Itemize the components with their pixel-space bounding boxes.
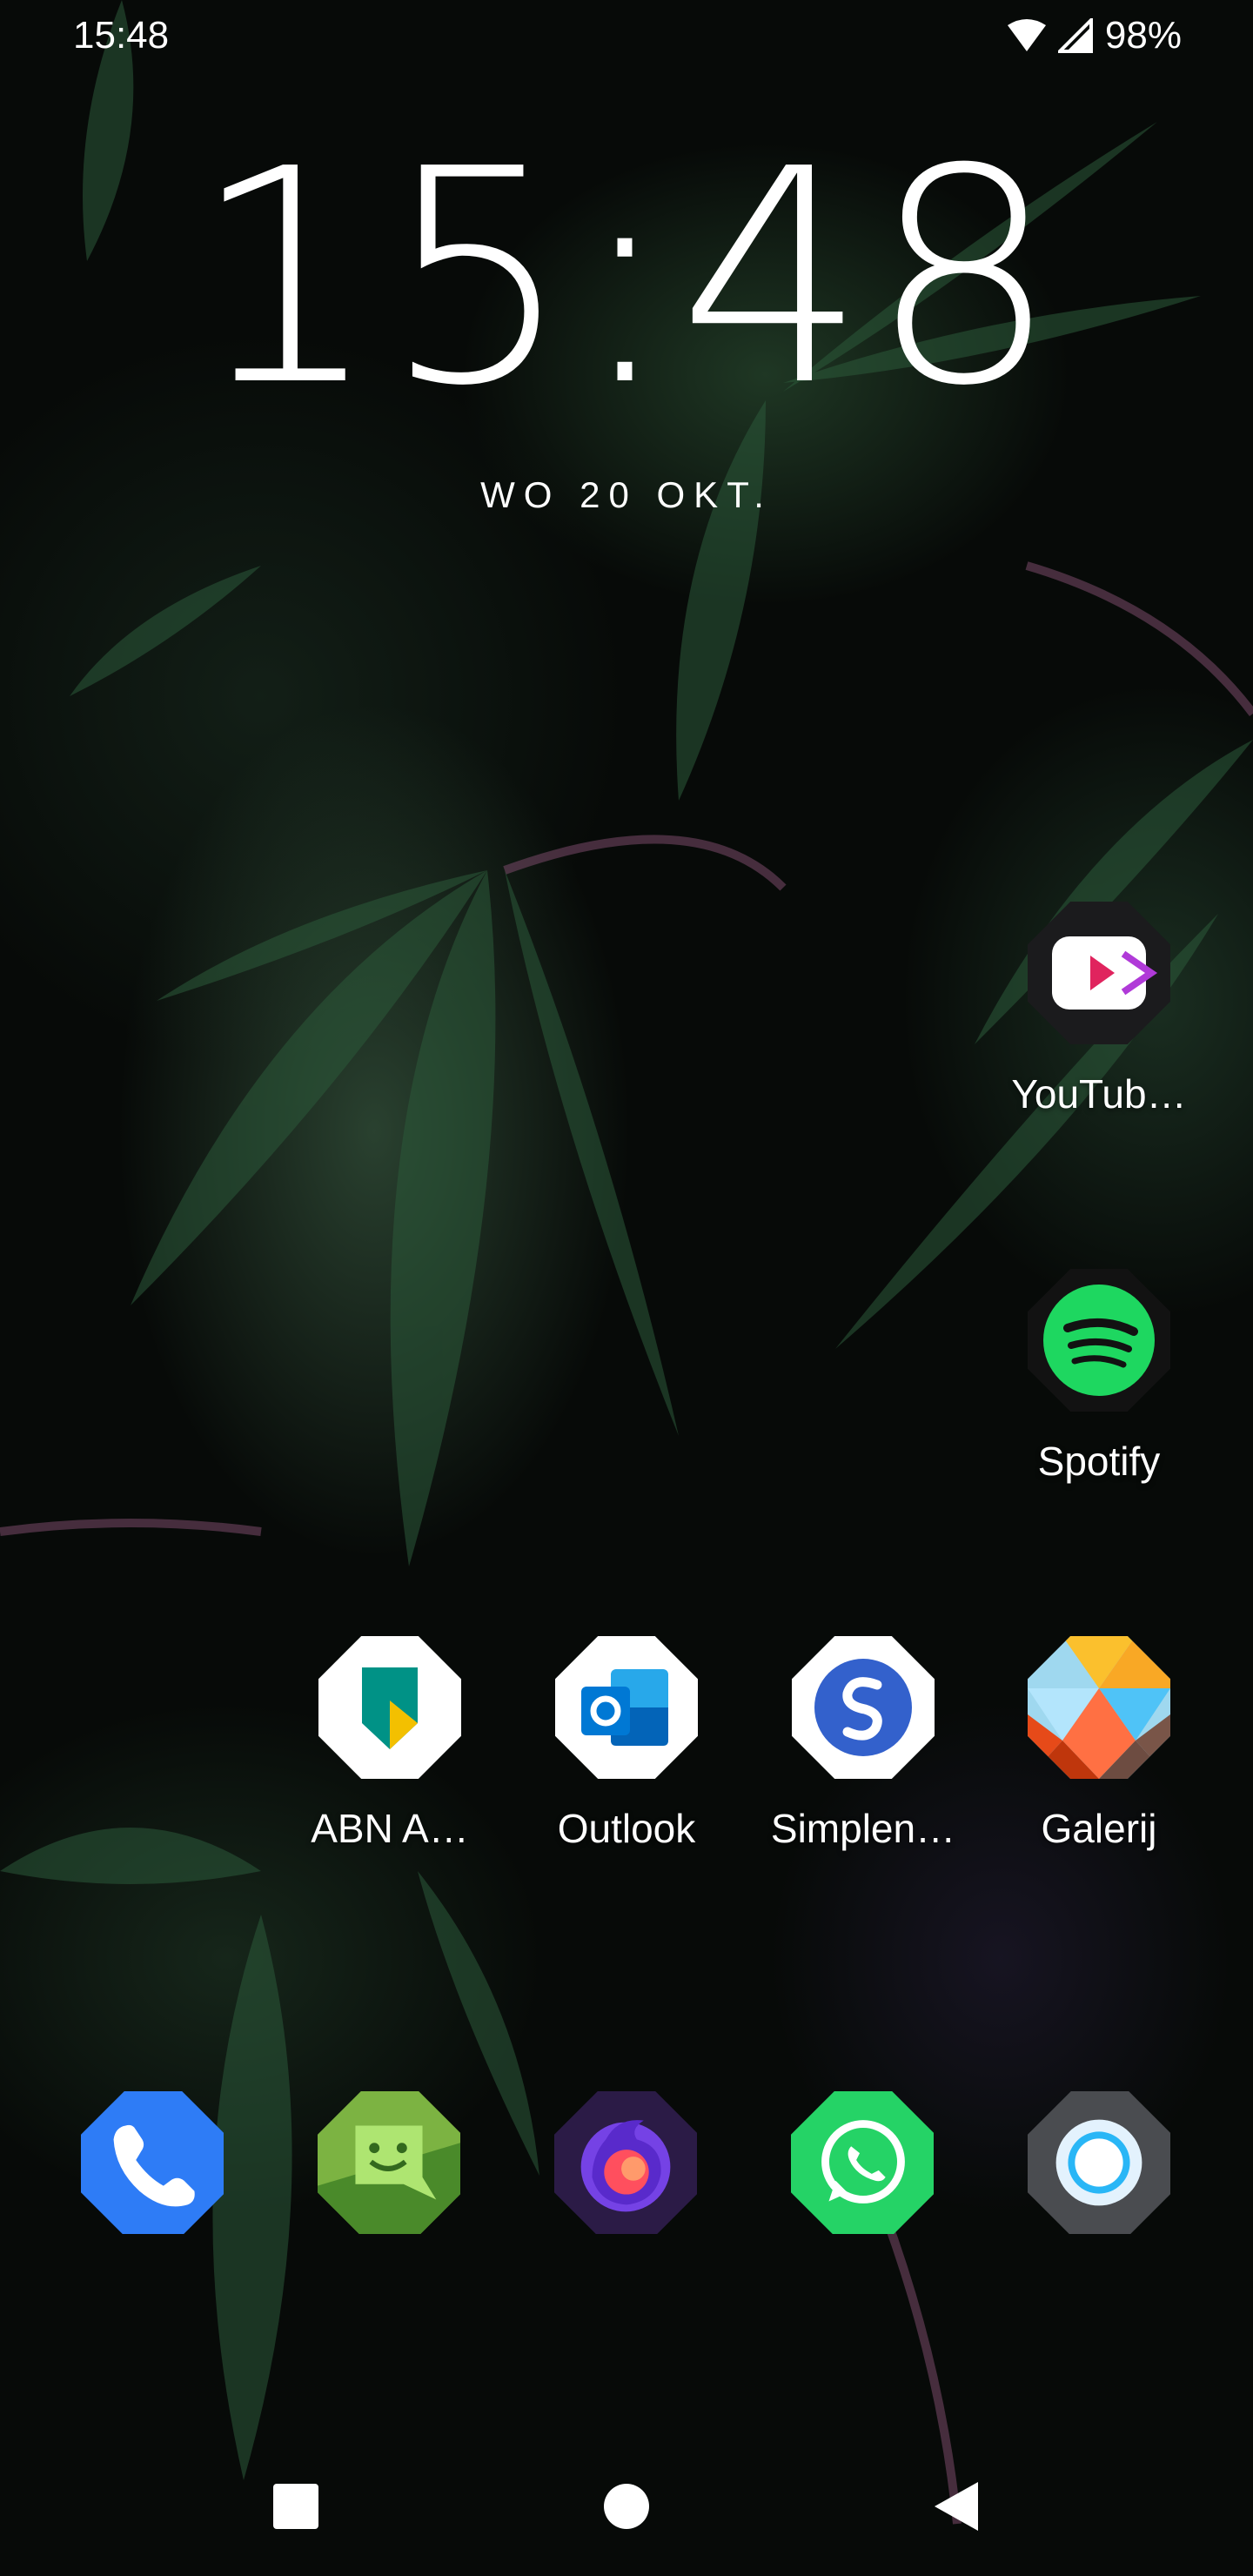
wifi-icon (1007, 19, 1046, 51)
dock-camera[interactable] (982, 2091, 1217, 2236)
app-label: YouTub… (1011, 1071, 1187, 1117)
app-label: Galerij (1041, 1806, 1157, 1851)
gallery-icon (1028, 1636, 1170, 1779)
status-time: 15:48 (73, 14, 170, 57)
app-simplenote[interactable]: Simplen… (746, 1636, 981, 1852)
youtube-vanced-icon (1028, 902, 1170, 1044)
dock-whatsapp[interactable] (746, 2091, 981, 2236)
app-label: Simplen… (770, 1806, 956, 1851)
home-button[interactable] (599, 2479, 654, 2534)
abn-amro-icon (318, 1636, 461, 1779)
battery-percent: 98% (1104, 14, 1182, 57)
app-youtube-vanced[interactable]: YouTub… (982, 902, 1216, 1117)
firefox-focus-icon (554, 2091, 699, 2236)
dock-firefox-focus[interactable] (509, 2091, 744, 2236)
spotify-icon (1028, 1269, 1170, 1412)
app-label: Spotify (1037, 1439, 1161, 1484)
app-outlook[interactable]: Outlook (509, 1636, 744, 1852)
navigation-bar (0, 2454, 1253, 2559)
app-spotify[interactable]: Spotify (982, 1269, 1216, 1485)
messages-icon (318, 2091, 462, 2236)
app-abn-amro[interactable]: ABN A… (272, 1636, 507, 1852)
outlook-icon (555, 1636, 698, 1779)
clock-widget-date[interactable]: WO 20 OKT. (0, 474, 1253, 516)
simplenote-icon (792, 1636, 935, 1779)
cellular-signal-icon (1057, 18, 1093, 53)
app-galerij[interactable]: Galerij (982, 1636, 1216, 1852)
clock-widget-time[interactable]: 15:48 (0, 131, 1253, 426)
whatsapp-icon (791, 2091, 935, 2236)
status-icons: 98% (1007, 14, 1182, 57)
dock-messages[interactable] (272, 2091, 507, 2236)
dock-phone[interactable] (36, 2091, 271, 2236)
status-bar: 15:48 98% (0, 0, 1253, 78)
camera-icon (1028, 2091, 1172, 2236)
back-button[interactable] (928, 2479, 983, 2534)
app-label: Outlook (557, 1806, 696, 1851)
app-label: ABN A… (311, 1806, 469, 1851)
phone-icon (81, 2091, 225, 2236)
recents-button[interactable] (268, 2479, 324, 2534)
